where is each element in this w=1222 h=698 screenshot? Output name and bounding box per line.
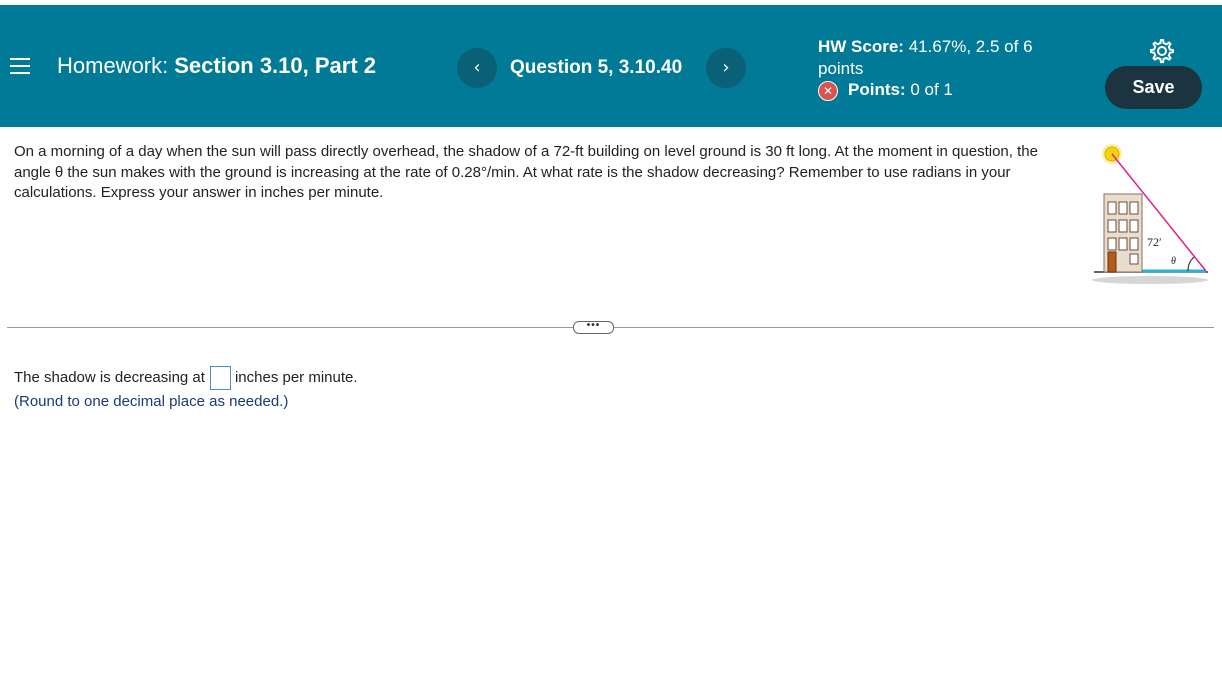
problem-statement: On a morning of a day when the sun will … — [14, 143, 1038, 201]
height-label: 72′ — [1147, 235, 1162, 249]
next-question-button[interactable]: › — [706, 48, 746, 88]
points-status: ✕ Points: 0 of 1 — [818, 80, 953, 101]
hw-score-label: HW Score: — [818, 37, 904, 56]
ground — [1092, 276, 1208, 284]
answer-suffix: inches per minute. — [234, 368, 358, 386]
answer-prefix: The shadow is decreasing at — [14, 368, 205, 386]
previous-question-button[interactable]: ‹ — [457, 48, 497, 88]
building-shadow-figure: 72′ θ — [1090, 140, 1210, 288]
menu-icon[interactable] — [10, 58, 32, 76]
answer-line: The shadow is decreasing at inches per mi… — [14, 366, 358, 390]
points-value: 0 of 1 — [910, 80, 953, 99]
points-label: Points: — [848, 80, 906, 99]
save-button[interactable]: Save — [1105, 66, 1202, 109]
angle-label: θ — [1171, 256, 1176, 267]
question-label: Question 5, 3.10.40 — [510, 57, 683, 78]
gear-icon[interactable] — [1149, 38, 1175, 64]
homework-title: Homework: Section 3.10, Part 2 — [57, 53, 376, 79]
chevron-right-icon: › — [722, 57, 730, 78]
incorrect-icon: ✕ — [818, 80, 838, 101]
hw-score: HW Score: 41.67%, 2.5 of 6 points — [818, 36, 1068, 80]
homework-section: Section 3.10, Part 2 — [174, 53, 377, 78]
header-bar: Homework: Section 3.10, Part 2 ‹ Question… — [0, 5, 1222, 127]
expand-button[interactable]: ••• — [573, 321, 614, 334]
homework-title-prefix: Homework: — [57, 53, 169, 78]
chevron-left-icon: ‹ — [473, 57, 481, 78]
answer-input[interactable] — [209, 366, 231, 390]
rounding-hint: (Round to one decimal place as needed.) — [14, 393, 289, 410]
